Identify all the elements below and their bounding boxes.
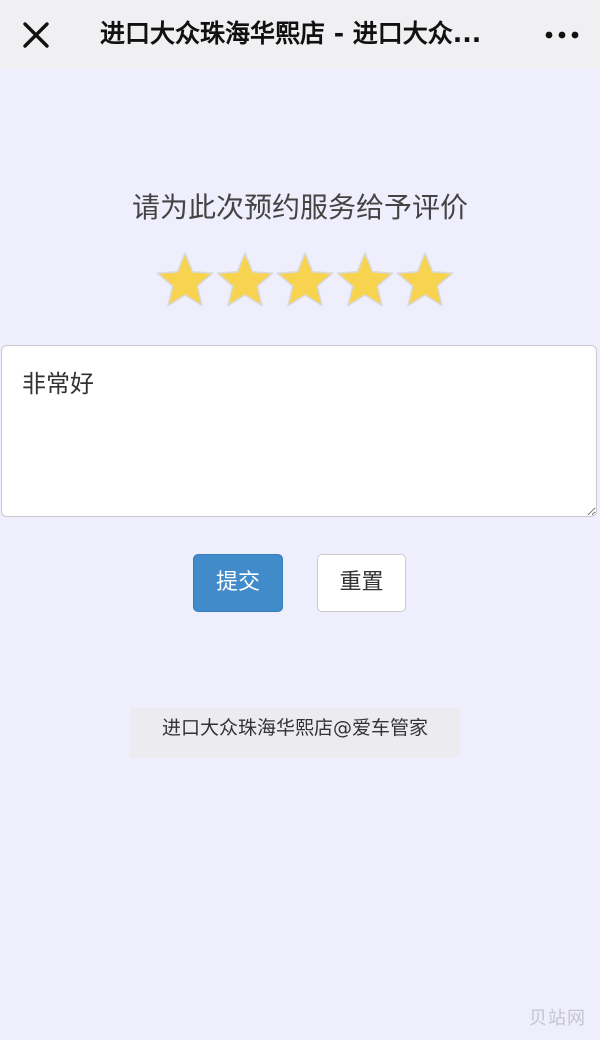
star-rating[interactable] [155,250,455,312]
top-bar: 进口大众珠海华熙店 - 进口大众... [0,0,600,68]
watermark-text: 贝站网 [529,1008,586,1029]
rating-prompt: 请为此次预约服务给予评价 [131,191,468,224]
more-options-button[interactable] [542,22,582,48]
footer-shop-label: 进口大众珠海华熙店@爱车管家 [130,708,460,758]
more-horizontal-icon [545,31,579,39]
page-title: 进口大众珠海华熙店 - 进口大众... [100,19,482,48]
star-icon[interactable] [155,250,215,310]
submit-button[interactable]: 提交 [193,554,283,612]
star-icon[interactable] [335,250,395,310]
comment-textarea[interactable] [1,345,597,517]
star-icon[interactable] [215,250,275,310]
close-icon [23,22,49,48]
star-icon[interactable] [395,250,455,310]
review-page: 请为此次预约服务给予评价 提交 重置 进口大众珠海华熙店@爱车管家 [0,68,600,1040]
close-button[interactable] [18,17,54,53]
star-icon[interactable] [275,250,335,310]
reset-button[interactable]: 重置 [317,554,406,612]
